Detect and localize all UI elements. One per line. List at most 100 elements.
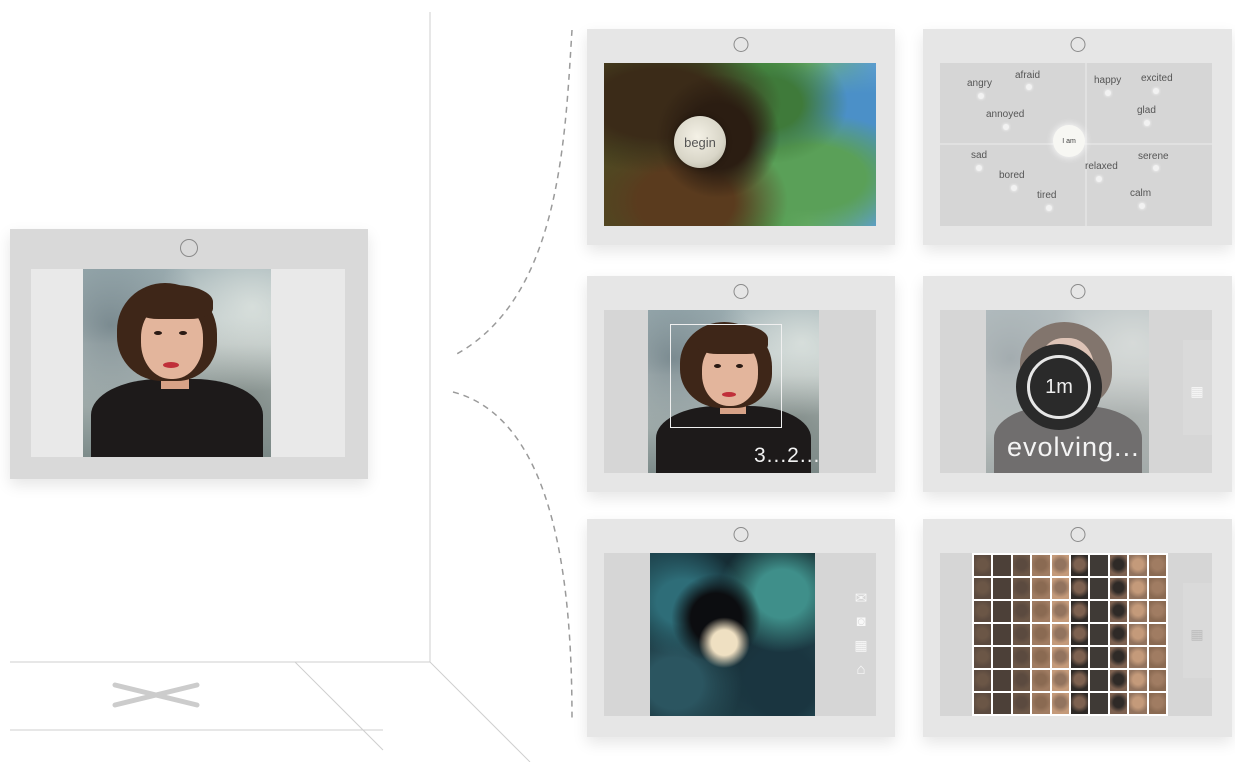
emotion-word[interactable]: bored: [999, 170, 1025, 181]
face-thumbnail[interactable]: [1032, 647, 1050, 668]
emotion-word[interactable]: afraid: [1015, 70, 1040, 81]
grid-icon[interactable]: ▦: [1187, 383, 1207, 400]
portrait-photo: [83, 269, 271, 457]
face-thumbnail[interactable]: [1051, 555, 1069, 576]
face-thumbnail[interactable]: [993, 624, 1011, 645]
face-thumbnail[interactable]: [1090, 578, 1108, 599]
emotion-word[interactable]: glad: [1137, 105, 1156, 116]
screen-emotions-device: angry afraid happy excited annoyed glad …: [923, 29, 1232, 245]
face-thumbnail[interactable]: [1148, 555, 1166, 576]
face-thumbnail[interactable]: [1012, 601, 1031, 622]
camera-lens-icon: [1070, 37, 1085, 52]
face-thumbnail[interactable]: [1109, 624, 1128, 645]
grid-icon[interactable]: ▦: [851, 637, 871, 654]
face-thumbnail[interactable]: [1070, 624, 1089, 645]
face-thumbnail[interactable]: [1070, 578, 1089, 599]
face-thumbnail[interactable]: [974, 693, 992, 714]
face-thumbnail[interactable]: [993, 670, 1011, 691]
face-thumbnail[interactable]: [1109, 647, 1128, 668]
face-thumbnail[interactable]: [1148, 601, 1166, 622]
camera-icon[interactable]: ◙: [851, 613, 871, 630]
i-am-label: I am: [1062, 137, 1076, 145]
face-thumbnail[interactable]: [1109, 670, 1128, 691]
face-thumbnail[interactable]: [1012, 670, 1031, 691]
face-thumbnail[interactable]: [1129, 647, 1147, 668]
face-gallery-grid: [972, 553, 1168, 716]
face-thumbnail[interactable]: [1148, 670, 1166, 691]
kiosk-screen: [31, 269, 345, 457]
face-thumbnail[interactable]: [1051, 647, 1069, 668]
mail-icon[interactable]: ✉: [851, 589, 871, 607]
face-thumbnail[interactable]: [1012, 624, 1031, 645]
face-thumbnail[interactable]: [1129, 555, 1147, 576]
face-thumbnail[interactable]: [1129, 624, 1147, 645]
face-thumbnail[interactable]: [993, 647, 1011, 668]
emotion-word[interactable]: calm: [1130, 188, 1151, 199]
emotion-word[interactable]: excited: [1141, 73, 1173, 84]
face-thumbnail[interactable]: [974, 555, 992, 576]
face-thumbnail[interactable]: [1070, 601, 1089, 622]
face-thumbnail[interactable]: [1051, 624, 1069, 645]
face-thumbnail[interactable]: [1148, 624, 1166, 645]
face-thumbnail[interactable]: [974, 601, 992, 622]
face-thumbnail[interactable]: [1090, 624, 1108, 645]
face-thumbnail[interactable]: [1070, 555, 1089, 576]
face-thumbnail[interactable]: [1051, 670, 1069, 691]
face-thumbnail[interactable]: [993, 555, 1011, 576]
face-thumbnail[interactable]: [1032, 578, 1050, 599]
face-thumbnail[interactable]: [1032, 624, 1050, 645]
face-thumbnail[interactable]: [1070, 670, 1089, 691]
face-thumbnail[interactable]: [1032, 693, 1050, 714]
face-thumbnail[interactable]: [1032, 670, 1050, 691]
emotion-word[interactable]: tired: [1037, 190, 1056, 201]
face-thumbnail[interactable]: [1012, 647, 1031, 668]
face-thumbnail[interactable]: [1012, 693, 1031, 714]
face-thumbnail[interactable]: [1148, 647, 1166, 668]
face-thumbnail[interactable]: [1129, 693, 1147, 714]
home-icon[interactable]: ⌂: [851, 661, 871, 678]
face-thumbnail[interactable]: [1109, 601, 1128, 622]
face-thumbnail[interactable]: [1051, 693, 1069, 714]
camera-lens-icon: [180, 239, 198, 257]
face-thumbnail[interactable]: [1070, 693, 1089, 714]
face-thumbnail[interactable]: [993, 578, 1011, 599]
face-thumbnail[interactable]: [974, 647, 992, 668]
emotion-word[interactable]: happy: [1094, 75, 1121, 86]
face-thumbnail[interactable]: [1148, 578, 1166, 599]
face-thumbnail[interactable]: [1070, 647, 1089, 668]
emotion-word[interactable]: sad: [971, 150, 987, 161]
begin-label: begin: [684, 134, 716, 150]
emotion-word[interactable]: angry: [967, 78, 992, 89]
emotion-word[interactable]: serene: [1138, 151, 1169, 162]
face-thumbnail[interactable]: [1090, 555, 1108, 576]
face-thumbnail[interactable]: [993, 601, 1011, 622]
face-thumbnail[interactable]: [1051, 578, 1069, 599]
i-am-selector[interactable]: I am: [1053, 125, 1085, 157]
result-screen: ✉ ◙ ▦ ⌂: [604, 553, 876, 716]
face-thumbnail[interactable]: [1090, 601, 1108, 622]
face-thumbnail[interactable]: [1090, 670, 1108, 691]
face-thumbnail[interactable]: [1129, 670, 1147, 691]
grid-icon[interactable]: ▦: [1187, 626, 1207, 643]
face-thumbnail[interactable]: [1051, 601, 1069, 622]
face-thumbnail[interactable]: [1129, 601, 1147, 622]
face-thumbnail[interactable]: [1109, 693, 1128, 714]
face-thumbnail[interactable]: [1129, 578, 1147, 599]
face-thumbnail[interactable]: [1032, 601, 1050, 622]
face-thumbnail[interactable]: [993, 693, 1011, 714]
face-thumbnail[interactable]: [974, 578, 992, 599]
face-thumbnail[interactable]: [974, 624, 992, 645]
face-thumbnail[interactable]: [1032, 555, 1050, 576]
begin-button[interactable]: begin: [674, 116, 726, 168]
countdown-text: 3...2...1: [754, 444, 819, 467]
face-thumbnail[interactable]: [1109, 555, 1128, 576]
face-thumbnail[interactable]: [1148, 693, 1166, 714]
emotion-word[interactable]: relaxed: [1085, 161, 1118, 172]
face-thumbnail[interactable]: [974, 670, 992, 691]
face-thumbnail[interactable]: [1109, 578, 1128, 599]
face-thumbnail[interactable]: [1090, 647, 1108, 668]
face-thumbnail[interactable]: [1012, 578, 1031, 599]
face-thumbnail[interactable]: [1090, 693, 1108, 714]
emotion-word[interactable]: annoyed: [986, 109, 1024, 120]
face-thumbnail[interactable]: [1012, 555, 1031, 576]
